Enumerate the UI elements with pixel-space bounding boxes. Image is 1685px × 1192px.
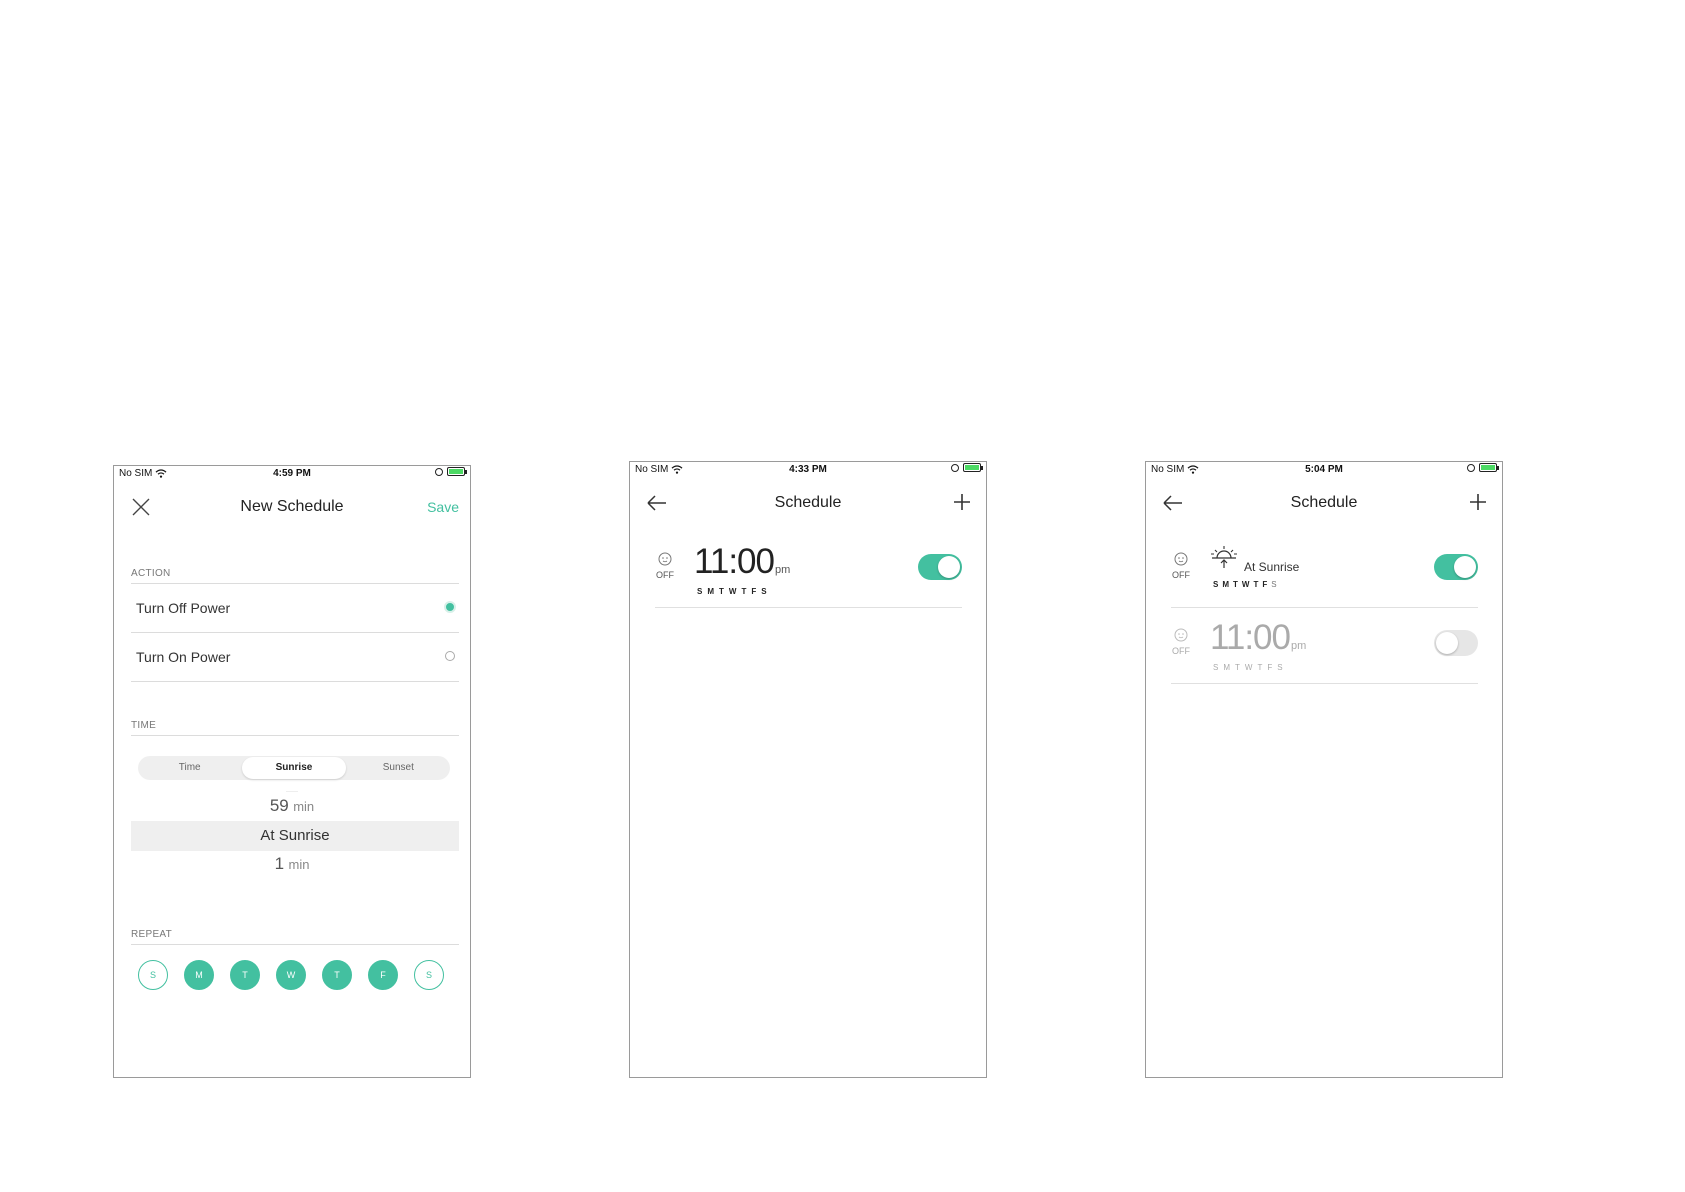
radio-selected[interactable] (444, 601, 456, 613)
battery-icon (963, 463, 983, 472)
schedule-toggle[interactable] (1434, 630, 1478, 656)
radio-unselected[interactable] (445, 651, 455, 661)
new-schedule-screen: No SIM 4:59 PM New Schedule Save ACTION … (113, 465, 471, 1078)
plug-icon (1174, 552, 1188, 566)
day-sunday[interactable]: S (138, 960, 168, 990)
schedule-ampm: pm (775, 564, 791, 576)
picker-number: 59 (269, 796, 289, 815)
toggle-knob (938, 556, 960, 578)
day-wednesday[interactable]: W (276, 960, 306, 990)
repeat-section-label: REPEAT (131, 929, 173, 940)
orientation-lock-icon (1467, 463, 1475, 472)
schedule-toggle[interactable] (918, 554, 962, 580)
day-monday[interactable]: M (184, 960, 214, 990)
schedule-item-time[interactable]: OFF 11:00 pm SMTWTFS (1171, 608, 1478, 684)
toggle-knob (1454, 556, 1476, 578)
divider (1171, 683, 1478, 684)
schedule-item[interactable]: OFF 11:00 pm SMTWTFS (655, 532, 962, 608)
day-saturday[interactable]: S (414, 960, 444, 990)
time-mode-segmented-control: Time Sunrise Sunset (138, 756, 450, 780)
segment-time[interactable]: Time (138, 756, 241, 780)
schedule-sunrise-label: At Sunrise (1244, 560, 1300, 574)
option-label: Turn On Power (136, 649, 231, 665)
divider (655, 607, 962, 608)
page-title: Schedule (1290, 494, 1358, 511)
picker-faded-bottom: — (114, 879, 470, 885)
status-time: 5:04 PM (1305, 464, 1343, 475)
picker-item-below[interactable]: 1 min (114, 854, 470, 874)
schedule-time: 11:00 (694, 542, 775, 581)
segment-sunrise[interactable]: Sunrise (242, 757, 346, 779)
option-turn-off-power[interactable]: Turn Off Power (131, 584, 459, 632)
picker-unit: min (288, 857, 310, 872)
plug-icon (658, 552, 672, 566)
picker-selected-value[interactable]: At Sunrise (131, 821, 459, 851)
status-bar: No SIM 4:59 PM (114, 466, 470, 482)
day-friday[interactable]: F (368, 960, 398, 990)
power-state-label: OFF (1172, 646, 1190, 656)
orientation-lock-icon (951, 463, 959, 472)
nav-bar: Schedule (630, 490, 986, 518)
plus-icon (954, 494, 970, 510)
divider (131, 735, 459, 736)
status-time: 4:33 PM (789, 464, 827, 475)
picker-unit: min (293, 799, 315, 814)
page-title: New Schedule (240, 498, 344, 515)
status-time: 4:59 PM (273, 468, 311, 479)
day-thursday[interactable]: T (322, 960, 352, 990)
picker-item-above[interactable]: 59 min (114, 796, 470, 816)
orientation-lock-icon (435, 467, 443, 476)
battery-icon (1479, 463, 1499, 472)
segment-sunset[interactable]: Sunset (347, 756, 450, 780)
schedule-time: 11:00 (1210, 618, 1291, 657)
picker-number: 1 (274, 854, 285, 873)
nav-bar: New Schedule Save (114, 494, 470, 522)
nav-bar: Schedule (1146, 490, 1502, 518)
schedule-screen-double: No SIM 5:04 PM Schedule OFF At Sunrise S… (1145, 461, 1503, 1078)
time-section-label: TIME (131, 720, 157, 731)
divider (131, 944, 459, 945)
action-section-label: ACTION (131, 568, 171, 579)
schedule-screen-single: No SIM 4:33 PM Schedule OFF 11:00 pm SMT… (629, 461, 987, 1078)
divider (131, 681, 459, 682)
schedule-item-sunrise[interactable]: OFF At Sunrise SMTWTFS (1171, 532, 1478, 608)
add-schedule-button[interactable] (1468, 492, 1488, 516)
plus-icon (1470, 494, 1486, 510)
save-button[interactable]: Save (427, 499, 459, 523)
day-tuesday[interactable]: T (230, 960, 260, 990)
active-days: SMTWTF (1213, 580, 1272, 589)
schedule-ampm: pm (1291, 640, 1307, 652)
inactive-days: S (1271, 580, 1281, 589)
page-title: Schedule (774, 494, 842, 511)
schedule-days: SMTWTFS (1213, 663, 1288, 672)
status-bar: No SIM 4:33 PM (630, 462, 986, 478)
status-bar: No SIM 5:04 PM (1146, 462, 1502, 478)
plug-icon (1174, 628, 1188, 642)
sunrise-icon (1211, 546, 1237, 568)
toggle-knob (1436, 632, 1458, 654)
power-state-label: OFF (656, 570, 674, 580)
schedule-days: SMTWTFS (1213, 580, 1281, 589)
schedule-toggle[interactable] (1434, 554, 1478, 580)
add-schedule-button[interactable] (952, 492, 972, 516)
repeat-days: S M T W T F S (138, 960, 444, 990)
schedule-days: SMTWTFS (697, 587, 772, 596)
picker-faded-top: — (286, 784, 298, 792)
power-state-label: OFF (1172, 570, 1190, 580)
option-turn-on-power[interactable]: Turn On Power (131, 633, 459, 681)
option-label: Turn Off Power (136, 600, 231, 616)
battery-icon (447, 467, 467, 476)
